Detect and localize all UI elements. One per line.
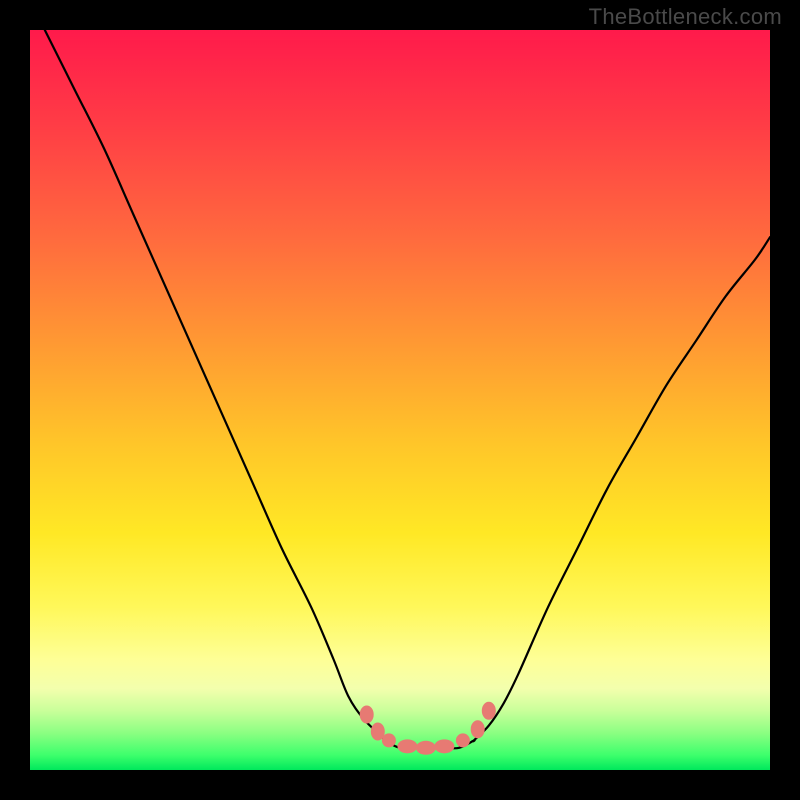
watermark-text: TheBottleneck.com [589,4,782,30]
valley-marker [456,733,470,747]
valley-marker [382,733,396,747]
valley-marker [482,702,496,720]
valley-marker [471,720,485,738]
valley-marker [416,741,436,755]
valley-marker [360,706,374,724]
bottleneck-curve [45,30,770,748]
valley-marker [434,739,454,753]
valley-markers-group [360,702,496,755]
chart-svg [30,30,770,770]
plot-area [30,30,770,770]
curve-lines [45,30,770,748]
valley-marker [397,739,417,753]
chart-frame: TheBottleneck.com [0,0,800,800]
